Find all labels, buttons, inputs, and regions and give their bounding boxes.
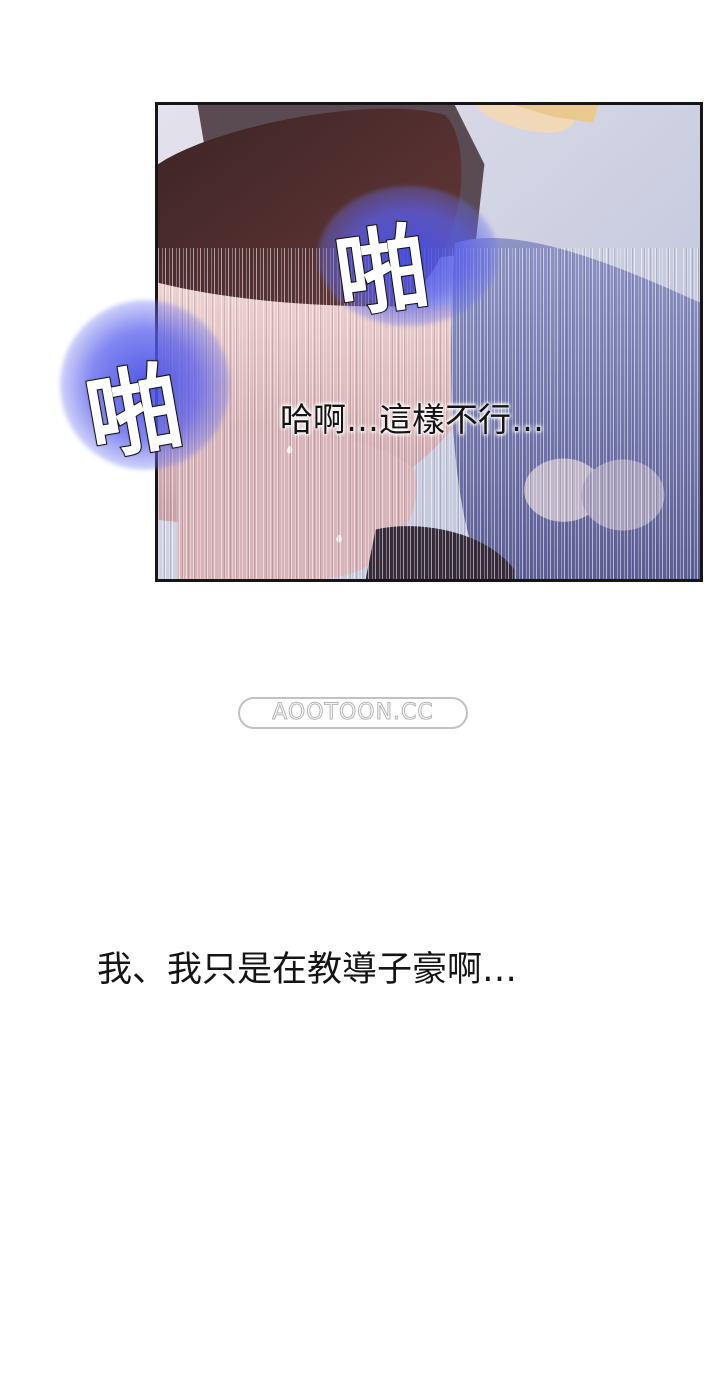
sound-effect-upper: 啪 (328, 212, 430, 332)
comic-page: 啪 啪 哈啊…這樣不行… AOOTOON.CC 我、我只是在教導子豪啊… (0, 0, 720, 1400)
narration-text: 我、我只是在教導子豪啊… (97, 950, 518, 990)
panel-dialogue: 哈啊…這樣不行… (280, 400, 544, 439)
comic-panel (155, 102, 703, 582)
site-watermark: AOOTOON.CC (238, 697, 468, 729)
